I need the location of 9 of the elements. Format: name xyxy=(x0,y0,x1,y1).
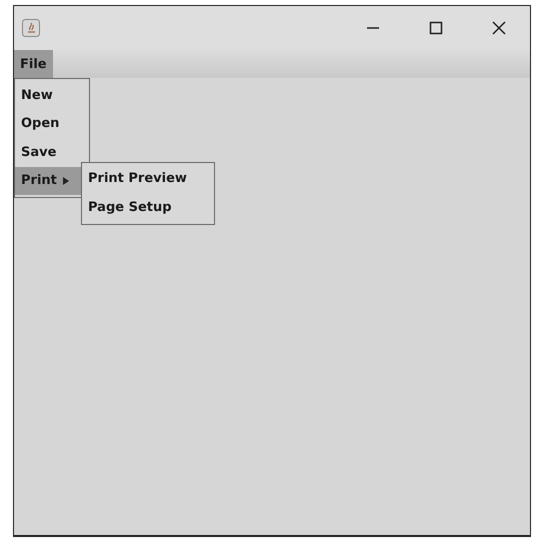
close-icon xyxy=(492,21,506,35)
menu-item[interactable]: Open xyxy=(15,110,89,138)
menu-item[interactable]: Print Preview xyxy=(82,164,214,193)
menu-item[interactable]: Save xyxy=(15,138,89,166)
maximize-icon xyxy=(428,21,442,35)
menu-item[interactable]: New xyxy=(15,81,89,110)
submenu-arrow-icon xyxy=(62,176,69,185)
app-icon xyxy=(22,19,40,37)
menu-item[interactable]: Page Setup xyxy=(82,193,214,222)
